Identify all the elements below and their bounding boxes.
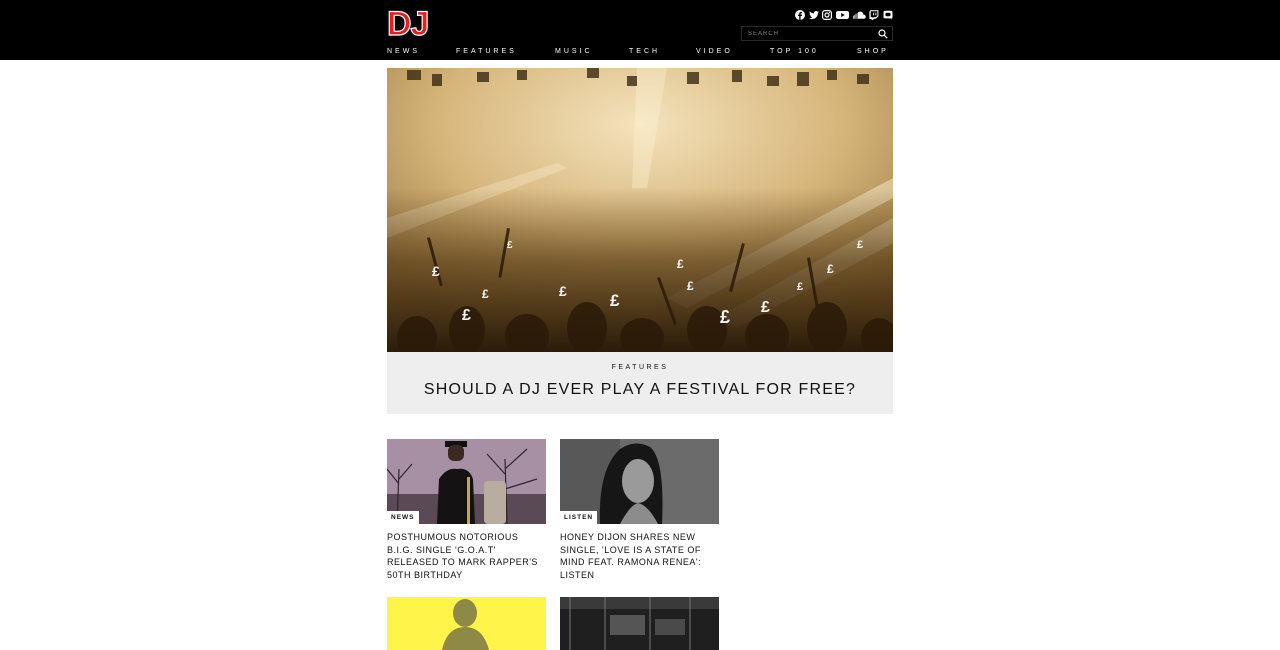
yellow-artwork-illustration (387, 597, 546, 650)
facebook-icon[interactable] (795, 10, 805, 20)
nav-item-top-100[interactable]: TOP 100 (770, 47, 819, 57)
hero-image[interactable]: £ £ £ £ £ £ £ £ £ £ £ £ £ (387, 68, 893, 352)
article-headline[interactable]: HONEY DIJON SHARES NEW SINGLE, 'LOVE IS … (560, 531, 719, 581)
social-links (795, 9, 893, 21)
svg-text:£: £ (462, 307, 471, 324)
youtube-icon[interactable] (835, 10, 849, 20)
search-input[interactable] (748, 28, 868, 40)
article-thumbnail[interactable] (560, 597, 719, 650)
article-tag[interactable]: NEWS (387, 511, 419, 525)
svg-text:£: £ (761, 299, 770, 316)
discord-icon[interactable] (883, 10, 893, 20)
search-icon[interactable] (878, 29, 888, 39)
hero-category[interactable]: FEATURES (387, 364, 893, 371)
nav-item-video[interactable]: VIDEO (696, 47, 733, 57)
svg-text:£: £ (610, 291, 620, 310)
twitter-icon[interactable] (808, 10, 819, 20)
svg-text:DJ: DJ (387, 8, 428, 36)
nav-item-news[interactable]: NEWS (387, 47, 420, 57)
hero-title[interactable]: SHOULD A DJ EVER PLAY A FESTIVAL FOR FRE… (387, 381, 893, 399)
svg-text:£: £ (827, 262, 834, 276)
article-tag[interactable]: LISTEN (560, 511, 598, 525)
nav-item-features[interactable]: FEATURES (456, 47, 517, 57)
svg-text:£: £ (797, 281, 803, 293)
club-interior-illustration (560, 597, 719, 650)
nav-item-shop[interactable]: SHOP (857, 47, 889, 57)
svg-text:£: £ (507, 240, 513, 251)
svg-text:£: £ (720, 307, 730, 327)
dj-logo[interactable]: DJ (387, 8, 446, 36)
nav-item-music[interactable]: MUSIC (555, 47, 593, 57)
svg-text:£: £ (432, 263, 440, 279)
svg-text:£: £ (482, 287, 489, 301)
article-thumbnail[interactable] (387, 597, 546, 650)
svg-text:£: £ (857, 239, 863, 251)
hero-caption[interactable]: FEATURES SHOULD A DJ EVER PLAY A FESTIVA… (387, 352, 893, 414)
hero-photo-illustration: £ £ £ £ £ £ £ £ £ £ £ £ £ (387, 68, 893, 352)
twitch-icon[interactable] (869, 10, 879, 20)
svg-text:£: £ (559, 283, 567, 299)
main-nav: NEWS FEATURES MUSIC TECH VIDEO TOP 100 S… (387, 47, 893, 57)
svg-text:£: £ (687, 279, 694, 293)
article-headline[interactable]: POSTHUMOUS NOTORIOUS B.I.G. SINGLE 'G.O.… (387, 531, 546, 581)
soundcloud-icon[interactable] (852, 10, 866, 20)
nav-item-tech[interactable]: TECH (629, 47, 660, 57)
instagram-icon[interactable] (822, 10, 833, 20)
site-header: DJ NEWS FEATURES MUSIC TECH VIDEO TOP 10… (0, 0, 1280, 60)
svg-text:£: £ (677, 257, 684, 271)
search-box (741, 26, 893, 41)
